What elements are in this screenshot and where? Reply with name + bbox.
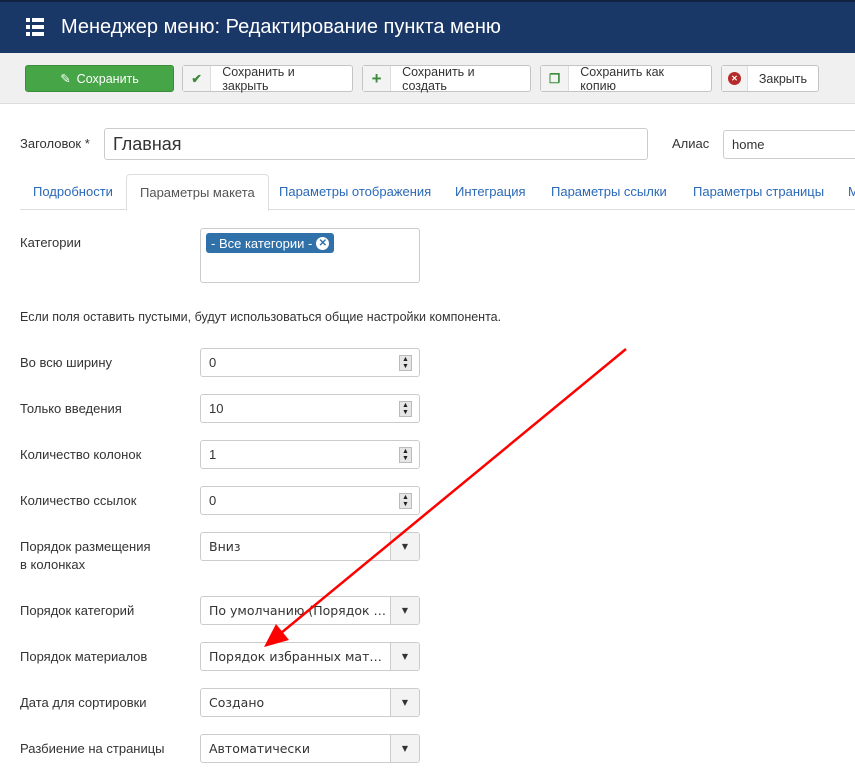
annotation-arrow bbox=[264, 348, 627, 647]
